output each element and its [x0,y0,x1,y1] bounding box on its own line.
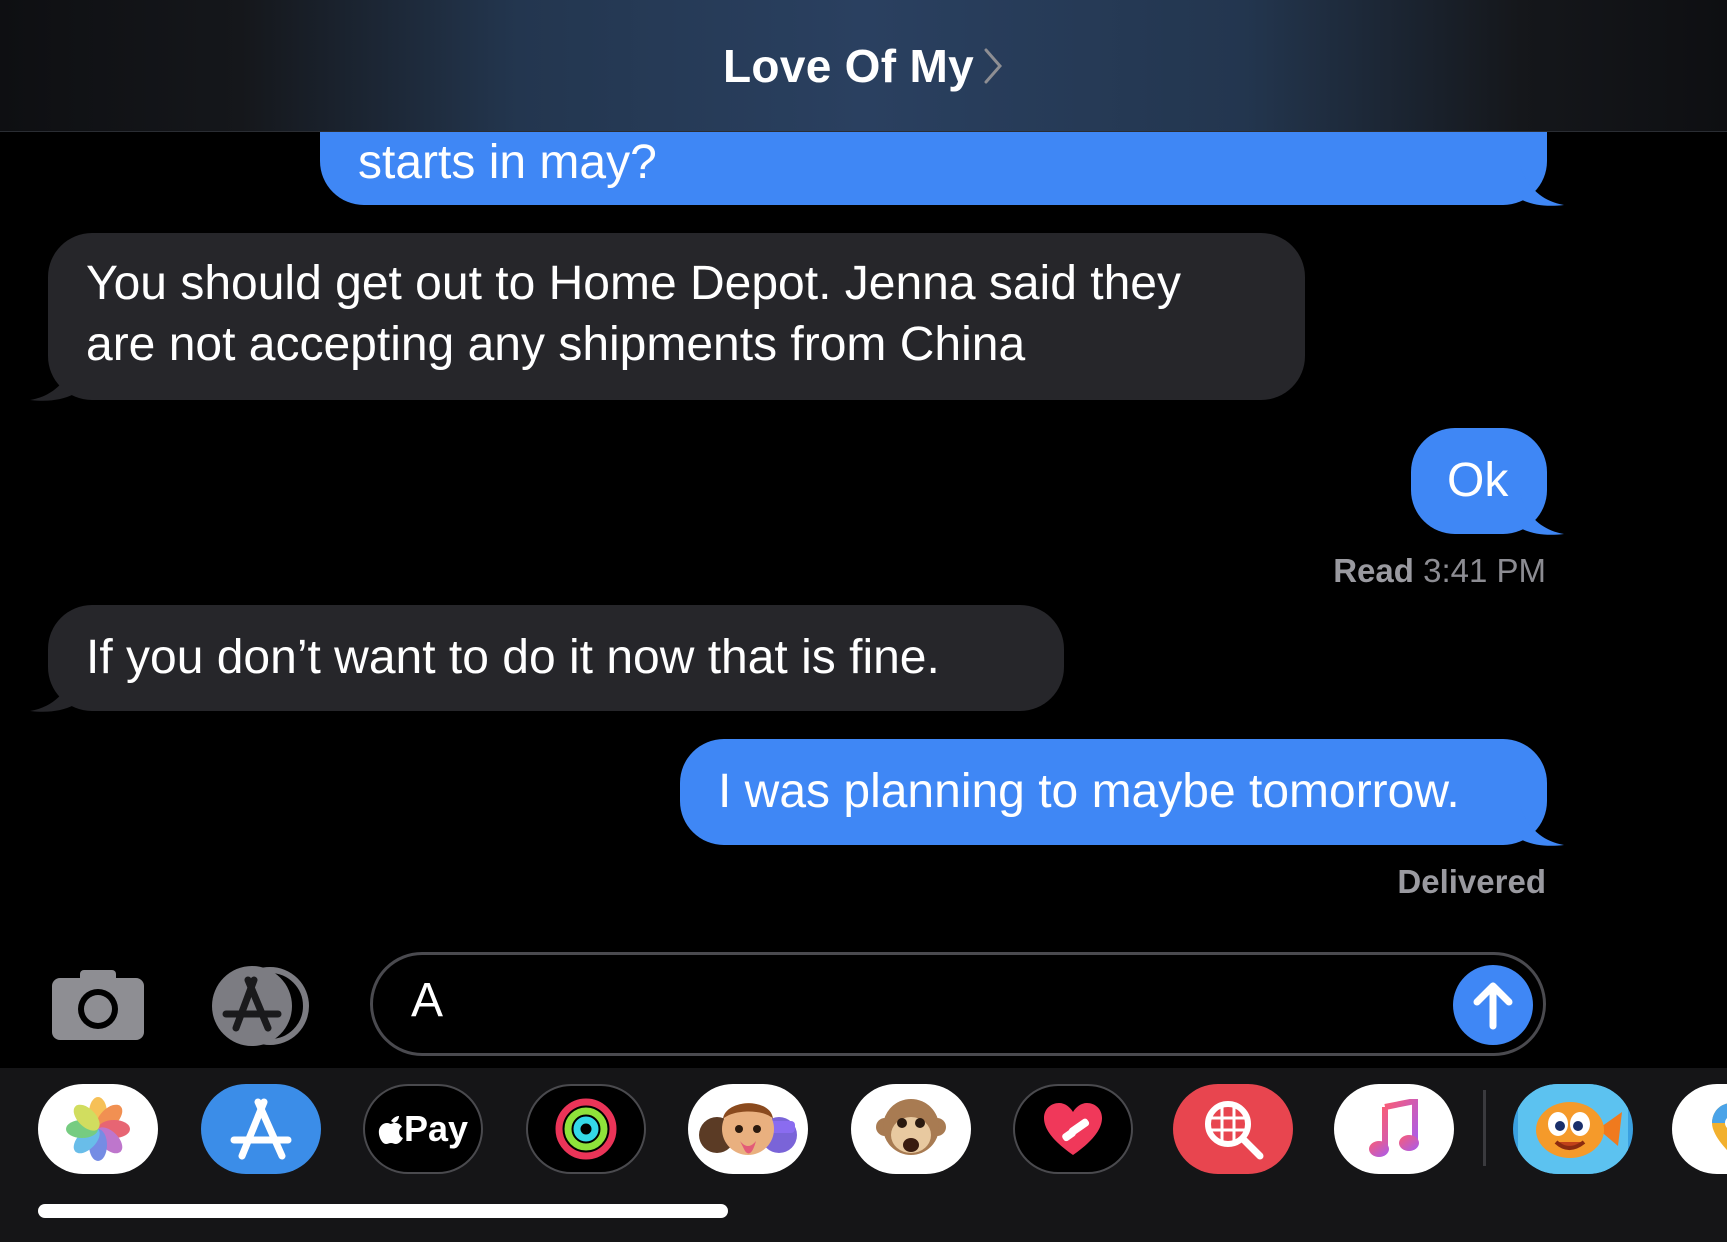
delivered-label: Delivered [1397,863,1546,900]
music-note-icon [1369,1099,1419,1157]
monkey-icon [876,1099,946,1155]
memoji-app-button[interactable] [688,1084,808,1174]
message-bubble-incoming[interactable]: You should get out to Home Depot. Jenna … [48,233,1305,400]
message-text-line: You should get out to Home Depot. Jenna … [86,257,1181,310]
app-store-icon [230,1098,292,1160]
digital-touch-app-button[interactable] [1013,1084,1133,1174]
search-globe-icon [1205,1101,1264,1160]
photos-app-button[interactable] [38,1084,158,1174]
read-label: Read [1333,552,1414,589]
message-text: I was planning to maybe tomorrow. [718,765,1460,818]
animoji-app-button[interactable] [851,1084,971,1174]
heart-icon [1044,1103,1102,1155]
activity-app-button[interactable] [526,1084,646,1174]
read-receipt: Read 3:41 PM [1200,552,1546,590]
message-bubble-outgoing[interactable]: I was planning to maybe tomorrow. [680,739,1547,845]
activity-rings-icon [555,1098,617,1160]
bubble-tail [30,360,74,401]
camera-icon[interactable] [50,968,146,1042]
delivered-receipt: Delivered [1200,863,1546,901]
message-bubble-incoming[interactable]: If you don’t want to do it now that is f… [48,605,1064,711]
home-indicator[interactable] [38,1204,728,1218]
bubble-tail [30,671,74,712]
search-images-app-button[interactable] [1173,1084,1293,1174]
memoji-icon [699,1103,797,1155]
read-time: 3:41 PM [1423,552,1546,589]
message-list[interactable]: starts in may? You should get out to Hom… [0,132,1727,952]
message-input[interactable]: A [370,952,1546,1056]
photos-icon [66,1097,130,1161]
bubble-tail [1520,805,1564,846]
imessage-app-drawer: Pay [0,1068,1727,1242]
message-text: If you don’t want to do it now that is f… [86,631,940,684]
bubble-tail [1520,494,1564,535]
map-pin-icon [1712,1103,1727,1150]
apple-pay-label: Pay [403,1108,469,1149]
contact-name-label: Love Of My [723,39,974,92]
music-app-button[interactable] [1334,1084,1454,1174]
messages-app: Love Of My starts in may? You should get… [0,0,1727,1242]
fish-game-app-button[interactable] [1513,1084,1633,1174]
message-text: starts in may? [358,136,657,189]
message-input-value: A [411,974,444,1027]
conversation-header[interactable]: Love Of My [0,0,1727,132]
app-store-app-button[interactable] [201,1084,321,1174]
chevron-right-icon [984,48,1002,83]
fish-icon [1518,1084,1628,1174]
message-text: Ok [1447,454,1509,507]
apple-pay-app-button[interactable]: Pay [363,1084,483,1174]
contact-name[interactable]: Love Of My [723,39,1004,93]
arrow-up-icon [1473,982,1513,1030]
drawer-divider [1483,1090,1486,1166]
app-store-apps-icon[interactable] [208,964,318,1048]
message-text-line: are not accepting any shipments from Chi… [86,318,1026,371]
apple-logo-icon [378,1116,403,1144]
maps-app-button[interactable] [1672,1084,1727,1174]
send-button[interactable] [1453,965,1533,1045]
message-bubble-outgoing[interactable]: starts in may? [320,132,1547,205]
bubble-tail [1520,165,1564,206]
